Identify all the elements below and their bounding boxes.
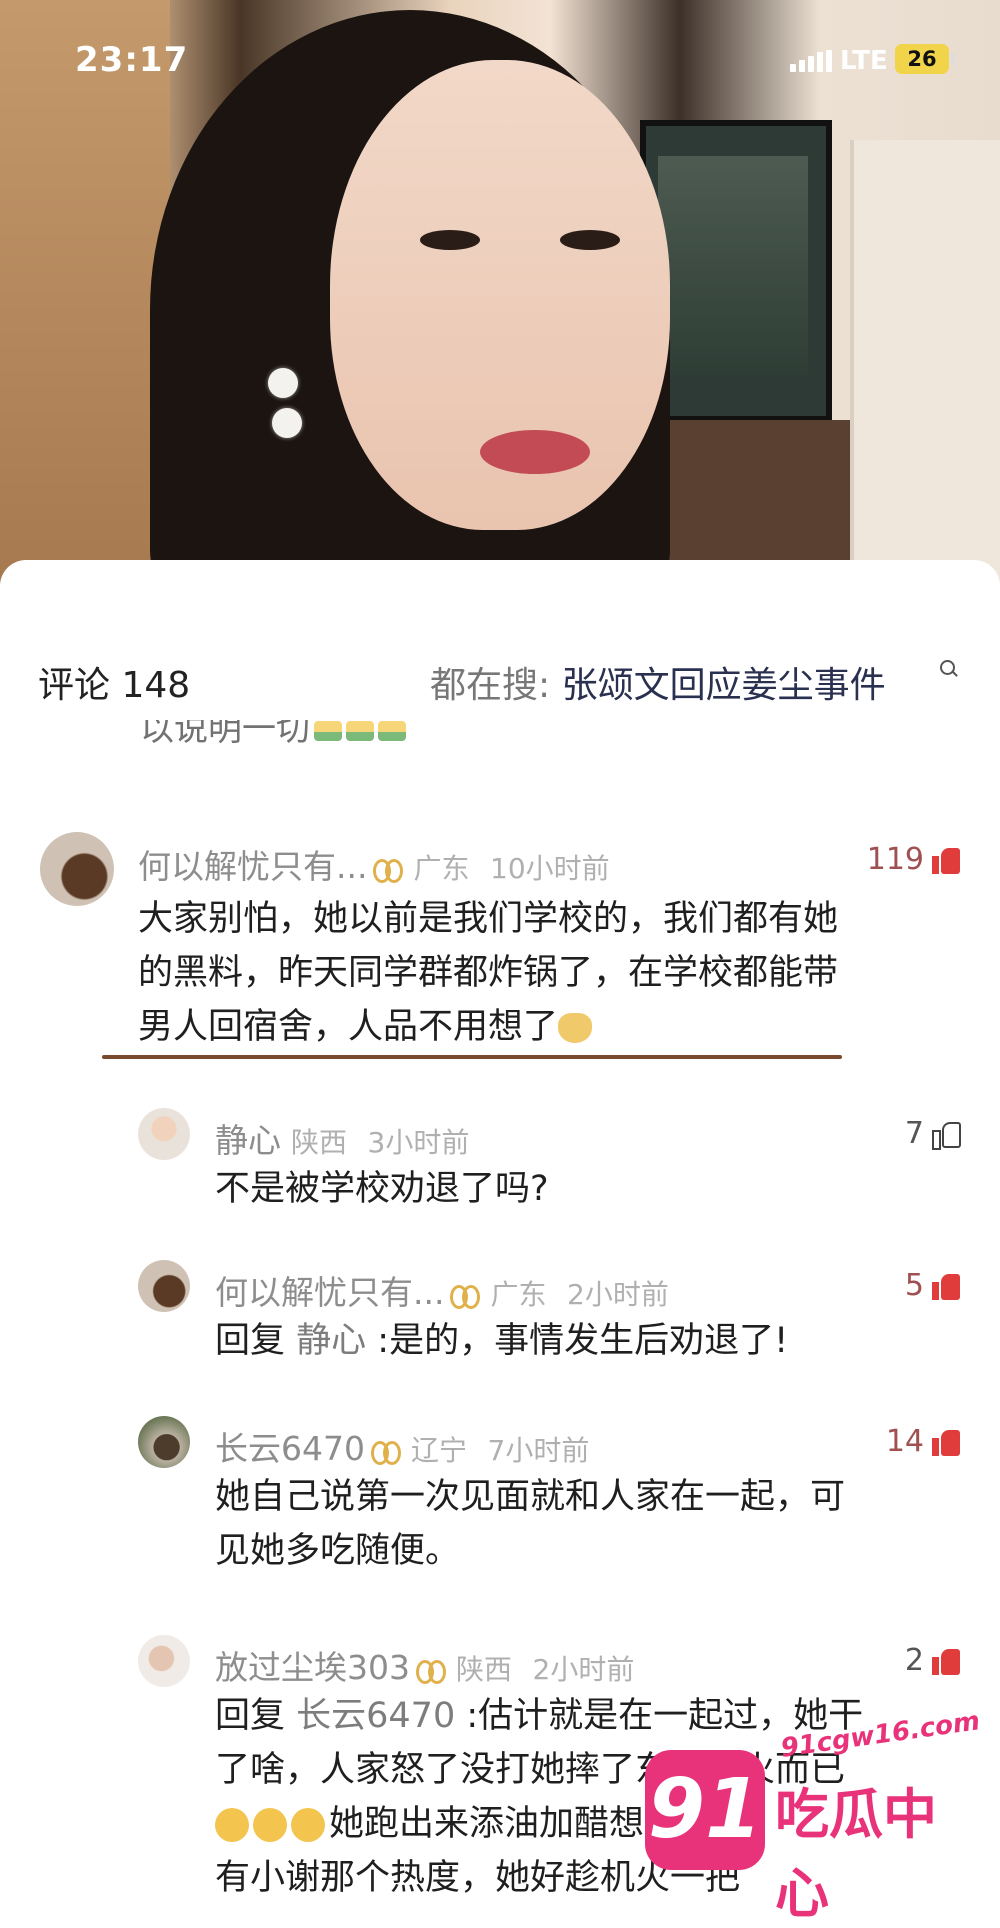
watermark-logo: 91 [645,1750,765,1870]
comment-username[interactable]: 静心 [215,1121,281,1160]
video-background [850,140,1000,600]
comment-text: 回复 静心 :是的，事情发生后劝退了! [215,1314,975,1368]
handwritten-underline [102,1055,842,1059]
cat-emoji-icon [558,1013,593,1043]
comment-text: 她自己说第一次见面就和人家在一起，可 见她多吃随便。 [215,1470,975,1578]
watermark-name: 吃瓜中心 [775,1783,937,1925]
previous-comment-tail: 以说明一切 [140,720,406,746]
fan-badge-icon [370,1439,401,1465]
comment-line: 她跑出来添油加醋想红 [329,1804,680,1844]
like-count: 119 [866,842,924,877]
status-bar: 23:17 LTE 26 [0,0,1000,110]
comment-username[interactable]: 长云6470 [215,1429,365,1468]
crying-emoji-icon [215,1808,249,1842]
fan-badge-icon [373,857,404,883]
comment-text: 不是被学校劝退了吗? [215,1162,975,1216]
like-count: 5 [904,1268,924,1303]
like-button[interactable]: 119 [867,842,960,877]
comment-time: 3小时前 [367,1126,470,1159]
like-button[interactable]: 14 [886,1424,960,1459]
comment-line: 男人回宿舍，人品不用想了 [138,1007,559,1047]
comment-location: 陕西 [456,1653,513,1686]
thumbs-up-icon [932,1273,960,1300]
comment-line: 的黑料，昨天同学群都炸锅了，在学校都能带 [138,953,839,993]
like-button[interactable]: 7 [904,1116,961,1151]
video-subject [480,430,590,474]
reply-item: 何以解忧只有... 广东 2小时前 5 回复 静心 :是的，事情发生后劝退了! [0,1260,1000,1410]
search-icon[interactable] [940,660,955,675]
comment-time: 2小时前 [532,1653,635,1686]
reply-prefix: 回复 [215,1321,297,1361]
video-subject [268,368,298,398]
comment-username[interactable]: 何以解忧只有... [138,847,367,886]
reply-prefix: 回复 [215,1696,297,1736]
comment-text: 大家别怕，她以前是我们学校的，我们都有她 的黑料，昨天同学群都炸锅了，在学校都能… [138,892,958,1054]
comments-count: 评论 148 [38,665,191,706]
comment-header: 何以解忧只有... 广东 10小时前 [138,840,610,888]
hot-search-link[interactable]: 都在搜: 张颂文回应姜尘事件 [430,656,886,708]
comment-item: 何以解忧只有... 广东 10小时前 119 大家别怕，她以前是我们学校的，我们都… [0,832,1000,1132]
avatar[interactable] [138,1416,190,1468]
comment-username[interactable]: 何以解忧只有... [215,1273,444,1312]
comments-header: 评论 148 都在搜: 张颂文回应姜尘事件 [0,560,1000,706]
emoji-icon [346,720,374,741]
comment-line: :是的，事情发生后劝退了! [366,1321,789,1361]
avatar[interactable] [40,832,114,906]
site-watermark: 91cgw16.com 91 吃瓜中心 [645,1706,985,1925]
comment-location: 辽宁 [410,1434,467,1467]
status-time: 23:17 [75,40,189,80]
thumbs-up-icon [932,1648,960,1675]
avatar[interactable] [138,1635,190,1687]
fan-badge-icon [416,1658,446,1684]
reply-target-username[interactable]: 静心 [296,1321,366,1361]
reply-item: 静心 陕西 3小时前 7 不是被学校劝退了吗? [0,1108,1000,1258]
comment-time: 7小时前 [487,1434,590,1467]
comment-time: 10小时前 [490,852,610,885]
video-subject [420,230,480,250]
battery-tip [951,53,955,65]
fan-badge-icon [450,1283,481,1309]
like-button[interactable]: 2 [905,1643,960,1678]
reply-item: 长云6470 辽宁 7小时前 14 她自己说第一次见面就和人家在一起，可 见她多吃… [0,1416,1000,1616]
comment-line: 不是被学校劝退了吗? [215,1169,549,1209]
hot-search-query: 张颂文回应姜尘事件 [561,665,886,706]
avatar[interactable] [138,1108,190,1160]
comment-header: 长云6470 辽宁 7小时前 [215,1422,589,1470]
comment-header: 静心 陕西 3小时前 [215,1114,469,1162]
crying-emoji-icon [253,1808,287,1842]
like-button[interactable]: 5 [905,1268,960,1303]
comment-line: 她自己说第一次见面就和人家在一起，可 [215,1477,846,1517]
comment-header: 放过尘埃303 陕西 2小时前 [215,1641,634,1689]
video-subject [560,230,620,250]
comment-location: 广东 [413,852,470,885]
crying-emoji-icon [291,1808,325,1842]
thumbs-up-icon [932,847,960,874]
comment-line: 见她多吃随便。 [215,1531,461,1571]
video-subject [272,408,302,438]
battery-icon: 26 [895,44,949,74]
comment-time: 2小时前 [567,1278,669,1311]
thumbs-up-icon [932,1121,961,1150]
hot-search-prefix: 都在搜: [430,665,562,706]
thumbs-up-icon [932,1429,960,1456]
network-type: LTE [840,46,888,76]
comment-username[interactable]: 放过尘埃303 [215,1648,410,1687]
comment-line: 大家别怕，她以前是我们学校的，我们都有她 [138,899,839,939]
comment-location: 广东 [490,1278,547,1311]
reply-target-username[interactable]: 长云6470 [296,1696,455,1736]
comment-location: 陕西 [291,1126,348,1159]
like-count: 14 [885,1424,924,1459]
emoji-icon [378,720,406,741]
like-count: 2 [904,1643,924,1678]
comments-sheet: 评论 148 都在搜: 张颂文回应姜尘事件 以说明一切 何以解忧只有... 广东 … [0,560,1000,1900]
signal-icon [790,50,832,72]
comment-header: 何以解忧只有... 广东 2小时前 [215,1266,669,1314]
previous-comment-text: 以说明一切 [140,720,310,746]
like-count: 7 [904,1116,924,1151]
avatar[interactable] [138,1260,190,1312]
emoji-icon [314,720,342,741]
